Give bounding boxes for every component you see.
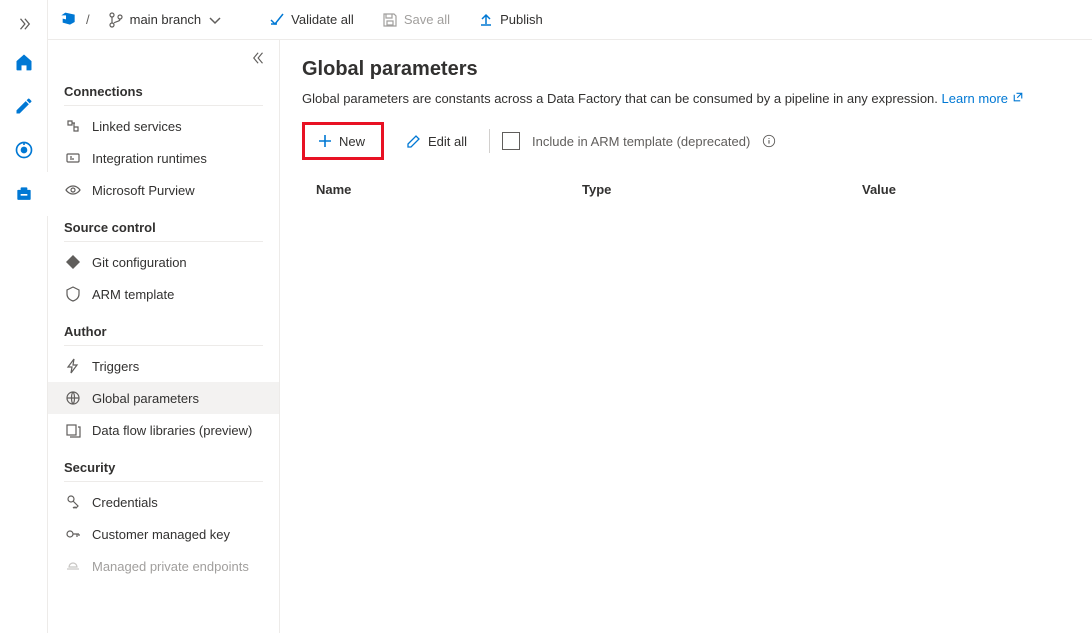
- integration-runtimes-icon: [64, 150, 82, 166]
- publish-button[interactable]: Publish: [468, 8, 553, 32]
- table-header: Name Type Value: [302, 174, 1070, 205]
- arm-template-icon: [64, 286, 82, 302]
- nav-git-configuration[interactable]: Git configuration: [48, 246, 279, 278]
- azure-devops-icon: [60, 10, 76, 29]
- section-connections: Connections: [48, 54, 279, 105]
- nav-customer-managed-key[interactable]: Customer managed key: [48, 518, 279, 550]
- nav-data-flow-libraries[interactable]: Data flow libraries (preview): [48, 414, 279, 446]
- nav-managed-private-endpoints: Managed private endpoints: [48, 550, 279, 582]
- data-flow-libraries-icon: [64, 422, 82, 438]
- nav-global-parameters[interactable]: Global parameters: [48, 382, 279, 414]
- purview-icon: [64, 182, 82, 198]
- column-type[interactable]: Type: [582, 182, 862, 197]
- pencil-icon: [406, 133, 422, 149]
- new-button[interactable]: New: [307, 127, 375, 155]
- rail-manage-icon[interactable]: [0, 172, 48, 216]
- key-icon: [64, 526, 82, 542]
- branch-selector[interactable]: main branch: [100, 8, 232, 32]
- breadcrumb-separator: /: [86, 12, 90, 27]
- nav-arm-template[interactable]: ARM template: [48, 278, 279, 310]
- manage-sidebar: Connections Linked services Integration …: [48, 40, 280, 633]
- new-button-highlight: New: [302, 122, 384, 160]
- section-security: Security: [48, 446, 279, 481]
- plus-icon: [317, 133, 333, 149]
- nav-linked-services[interactable]: Linked services: [48, 110, 279, 142]
- credentials-icon: [64, 494, 82, 510]
- left-rail: [0, 0, 48, 633]
- content-area: Global parameters Global parameters are …: [280, 40, 1092, 633]
- rail-monitor-icon[interactable]: [0, 128, 48, 172]
- private-endpoints-icon: [64, 558, 82, 574]
- nav-credentials[interactable]: Credentials: [48, 486, 279, 518]
- page-description: Global parameters are constants across a…: [302, 91, 1070, 106]
- arm-template-label: Include in ARM template (deprecated): [532, 134, 750, 149]
- global-parameters-icon: [64, 390, 82, 406]
- triggers-icon: [64, 358, 82, 374]
- nav-triggers[interactable]: Triggers: [48, 350, 279, 382]
- action-row: New Edit all Include in ARM template (de…: [302, 122, 1070, 160]
- section-author: Author: [48, 310, 279, 345]
- arm-template-checkbox[interactable]: [502, 132, 520, 150]
- column-name[interactable]: Name: [302, 182, 582, 197]
- topbar: / main branch Validate all Save all Publ…: [48, 0, 1092, 40]
- nav-microsoft-purview[interactable]: Microsoft Purview: [48, 174, 279, 206]
- external-link-icon: [1012, 91, 1024, 106]
- linked-services-icon: [64, 118, 82, 134]
- branch-label: main branch: [130, 12, 202, 27]
- section-source-control: Source control: [48, 206, 279, 241]
- learn-more-link[interactable]: Learn more: [942, 91, 1024, 106]
- save-all-button: Save all: [372, 8, 460, 32]
- rail-author-icon[interactable]: [0, 84, 48, 128]
- divider: [489, 129, 490, 153]
- edit-all-button[interactable]: Edit all: [396, 127, 477, 155]
- rail-datafactory-icon[interactable]: [0, 40, 48, 84]
- column-value[interactable]: Value: [862, 182, 1070, 197]
- expand-rail-button[interactable]: [0, 8, 48, 40]
- collapse-sidebar-button[interactable]: [249, 48, 269, 68]
- chevron-down-icon: [207, 12, 223, 28]
- git-icon: [64, 254, 82, 270]
- info-icon[interactable]: [762, 134, 776, 148]
- page-title: Global parameters: [302, 58, 1070, 81]
- validate-all-button[interactable]: Validate all: [259, 8, 364, 32]
- nav-integration-runtimes[interactable]: Integration runtimes: [48, 142, 279, 174]
